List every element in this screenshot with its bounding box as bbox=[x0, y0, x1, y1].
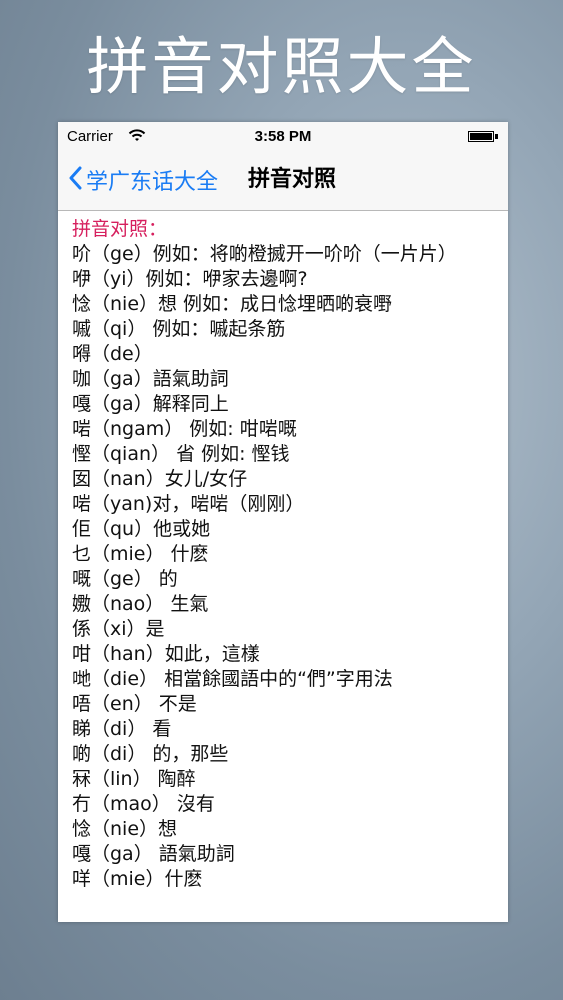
text-line: 哋（die） 相當餘國語中的“們”字用法 bbox=[72, 668, 393, 690]
text-line: 啲（di） 的，那些 bbox=[72, 743, 229, 765]
text-line: 嘁（qi） 例如：嘁起条筋 bbox=[72, 318, 286, 340]
text-line: 啱（ngam） 例如: 咁啱嘅 bbox=[72, 418, 297, 440]
text-line: 嘅（ge） 的 bbox=[72, 568, 178, 590]
banner-title: 拼音对照大全 bbox=[86, 30, 477, 103]
text-line: 佢（qu）他或她 bbox=[72, 518, 211, 540]
navigation-bar: 学广东话大全 拼音对照 bbox=[58, 150, 508, 211]
text-line: 唔（en） 不是 bbox=[72, 693, 197, 715]
text-line: 係（xi）是 bbox=[72, 618, 165, 640]
battery-icon bbox=[468, 131, 498, 142]
text-line: 咁（han）如此，這樣 bbox=[72, 643, 260, 665]
text-line: 嘎（ga）解释同上 bbox=[72, 393, 229, 415]
text-line: 乜（mie） 什麽 bbox=[72, 543, 209, 565]
text-line: 咩（mie）什麽 bbox=[72, 868, 203, 890]
content-header: 拼音对照： bbox=[72, 218, 168, 240]
status-time: 3:58 PM bbox=[254, 128, 312, 145]
text-line: 囡（nan）女儿/女仔 bbox=[72, 468, 248, 490]
text-line: 咿（yi）例如：咿家去邊啊? bbox=[72, 268, 308, 290]
text-line: 惗（nie）想 例如：成日惗埋晒啲衰嘢 bbox=[72, 293, 393, 315]
back-button[interactable]: 学广东话大全 bbox=[68, 150, 218, 210]
text-line: 冇（mao） 沒有 bbox=[72, 793, 215, 815]
text-line: 咖（ga）語氣助詞 bbox=[72, 368, 229, 390]
text-line: 嘎（ga） 語氣助詞 bbox=[72, 843, 235, 865]
text-line: 慳（qian） 省 例如: 慳钱 bbox=[72, 443, 290, 465]
page-title: 拼音对照 bbox=[248, 167, 337, 192]
text-line: 啱（yan)对，啱啱（刚刚） bbox=[72, 493, 305, 515]
chevron-left-icon bbox=[68, 166, 86, 194]
status-bar: Carrier 3:58 PM bbox=[58, 122, 508, 150]
text-line: 冧（lin） 陶醉 bbox=[72, 768, 196, 790]
content-text-view[interactable]: 拼音对照： 吤（ge）例如：将啲橙搣开一吤吤（一片片） 咿（yi）例如：咿家去邊… bbox=[58, 211, 508, 892]
text-line: 嫐（nao） 生氣 bbox=[72, 593, 209, 615]
text-line: 惗（nie）想 bbox=[72, 818, 178, 840]
text-line: 吤（ge）例如：将啲橙搣开一吤吤（一片片） bbox=[72, 243, 457, 265]
text-line: 睇（di） 看 bbox=[72, 718, 172, 740]
text-line: 嘚（de） bbox=[72, 343, 153, 365]
phone-screen: Carrier 3:58 PM 学广东话大全 拼音对照 拼音对照： 吤（ge）例… bbox=[58, 122, 508, 922]
back-button-label: 学广东话大全 bbox=[86, 170, 219, 195]
